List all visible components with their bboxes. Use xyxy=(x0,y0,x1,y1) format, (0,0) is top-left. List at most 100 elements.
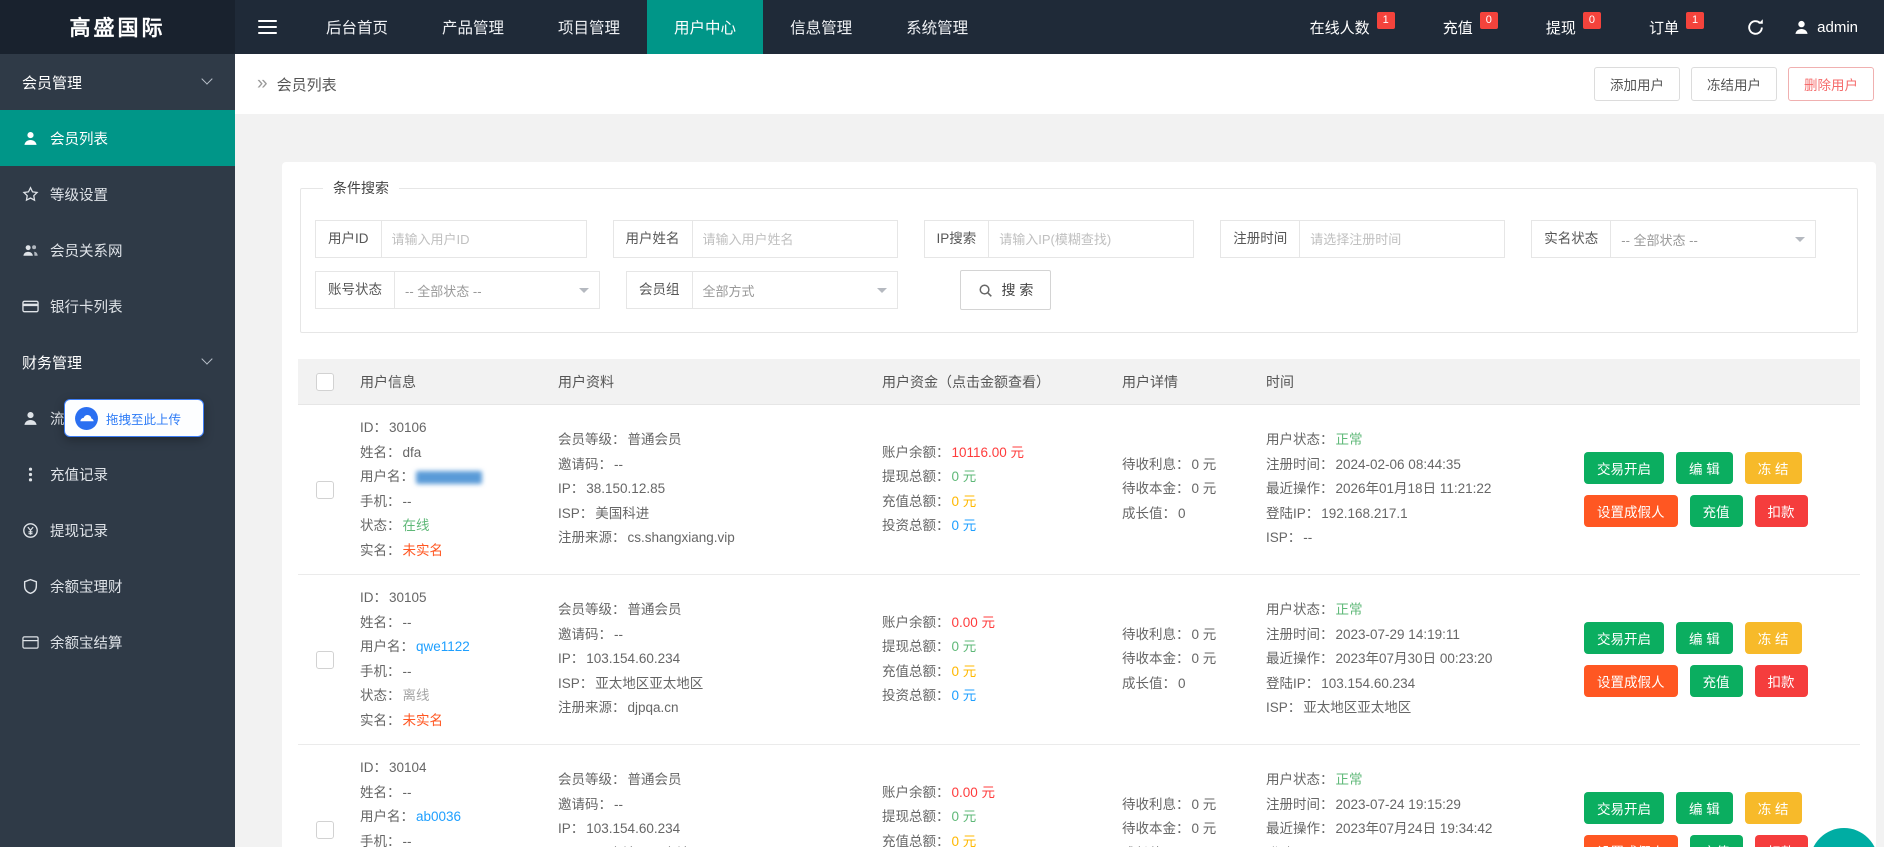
realname-status-select[interactable]: -- 全部状态 -- xyxy=(1610,220,1816,258)
username-redacted xyxy=(416,471,482,484)
deduct-button[interactable]: 扣款 xyxy=(1755,835,1808,847)
set-fake-button[interactable]: 设置成假人 xyxy=(1584,665,1678,697)
login-ip-value: 192.168.217.1 xyxy=(1321,506,1407,521)
freeze-user-button[interactable]: 冻结用户 xyxy=(1691,67,1777,101)
field-label: 待收本金： xyxy=(1122,481,1190,496)
deduct-button[interactable]: 扣款 xyxy=(1755,495,1808,527)
withdraw-total-value[interactable]: 0 元 xyxy=(952,809,977,824)
nav-item-system[interactable]: 系统管理 xyxy=(879,0,995,54)
realname-status-value: 未实名 xyxy=(403,713,444,728)
table-row: ID：30104 姓名：-- 用户名：ab0036 手机：-- 状态：离线 实名… xyxy=(298,745,1860,847)
col-header-user-funds: 用户资金（点击金额查看） xyxy=(882,372,1122,392)
recharge-button[interactable]: 充值 xyxy=(1690,495,1743,527)
delete-user-button[interactable]: 删除用户 xyxy=(1788,67,1874,101)
recharge-total-value[interactable]: 0 元 xyxy=(952,494,977,509)
ip-search-input[interactable] xyxy=(988,220,1194,258)
stat-label: 在线人数 xyxy=(1310,17,1370,38)
level-value: 普通会员 xyxy=(628,602,682,617)
freeze-button[interactable]: 冻 结 xyxy=(1745,452,1802,484)
sidebar-item-member-network[interactable]: 会员关系网 xyxy=(0,222,235,278)
time-cell: 用户状态：正常 注册时间：2024-02-06 08:44:35 最近操作：20… xyxy=(1266,428,1584,551)
sidebar-item-withdraw-records[interactable]: 提现记录 xyxy=(0,502,235,558)
set-fake-button[interactable]: 设置成假人 xyxy=(1584,495,1678,527)
trade-toggle-button[interactable]: 交易开启 xyxy=(1584,452,1664,484)
col-header-user-info: 用户信息 xyxy=(360,372,558,392)
username-link[interactable]: qwe1122 xyxy=(416,639,470,654)
edit-button[interactable]: 编 辑 xyxy=(1676,792,1733,824)
row-checkbox[interactable] xyxy=(316,651,334,669)
user-id-input[interactable] xyxy=(381,220,587,258)
freeze-button[interactable]: 冻 结 xyxy=(1745,622,1802,654)
field-label: 手机： xyxy=(360,494,401,509)
sidebar-item-recharge-records[interactable]: 充值记录 xyxy=(0,446,235,502)
stat-recharge[interactable]: 充值 0 xyxy=(1419,0,1522,54)
user-name-input[interactable] xyxy=(692,220,898,258)
recharge-button[interactable]: 充值 xyxy=(1690,665,1743,697)
field-label: 待收利息： xyxy=(1122,797,1190,812)
upload-dropzone-tooltip[interactable]: 拖拽至此上传 xyxy=(64,399,204,437)
sidebar-group-members[interactable]: 会员管理 xyxy=(0,54,235,110)
balance-value[interactable]: 0.00 元 xyxy=(952,785,996,800)
realname-status-field-group: 实名状态 -- 全部状态 -- xyxy=(1531,220,1816,258)
nav-item-products[interactable]: 产品管理 xyxy=(415,0,531,54)
deduct-button[interactable]: 扣款 xyxy=(1755,665,1808,697)
trade-toggle-button[interactable]: 交易开启 xyxy=(1584,792,1664,824)
stat-online-users[interactable]: 在线人数 1 xyxy=(1286,0,1419,54)
ip-search-label: IP搜索 xyxy=(924,220,990,258)
field-label: 实名： xyxy=(360,543,401,558)
nav-item-dashboard[interactable]: 后台首页 xyxy=(299,0,415,54)
edit-button[interactable]: 编 辑 xyxy=(1676,452,1733,484)
recharge-total-value[interactable]: 0 元 xyxy=(952,664,977,679)
stat-orders[interactable]: 订单 1 xyxy=(1625,0,1728,54)
stat-badge: 1 xyxy=(1377,12,1395,29)
name-value: -- xyxy=(403,615,412,630)
add-user-button[interactable]: 添加用户 xyxy=(1594,67,1680,101)
growth-value: 0 xyxy=(1178,506,1186,521)
refresh-button[interactable] xyxy=(1728,18,1783,37)
username-link[interactable]: ab0036 xyxy=(416,809,461,824)
isp-value: 美国科进 xyxy=(595,506,649,521)
stat-badge: 1 xyxy=(1686,12,1704,29)
interest-value: 0 元 xyxy=(1192,457,1217,472)
username: admin xyxy=(1817,19,1858,36)
phone-value: -- xyxy=(403,494,412,509)
sidebar-item-yuebao-finance[interactable]: 余额宝理财 xyxy=(0,558,235,614)
sidebar-group-finance[interactable]: 财务管理 xyxy=(0,334,235,390)
trade-toggle-button[interactable]: 交易开启 xyxy=(1584,622,1664,654)
account-status-select[interactable]: -- 全部状态 -- xyxy=(394,271,600,309)
sidebar-item-level-settings[interactable]: 等级设置 xyxy=(0,166,235,222)
recharge-total-value[interactable]: 0 元 xyxy=(952,834,977,847)
stat-withdraw[interactable]: 提现 0 xyxy=(1522,0,1625,54)
sidebar-item-yuebao-settlement[interactable]: 余额宝结算 xyxy=(0,614,235,670)
invest-total-value[interactable]: 0 元 xyxy=(952,518,977,533)
select-all-checkbox[interactable] xyxy=(316,373,334,391)
stat-label: 订单 xyxy=(1649,17,1679,38)
edit-button[interactable]: 编 辑 xyxy=(1676,622,1733,654)
sidebar-item-member-list[interactable]: 会员列表 xyxy=(0,110,235,166)
nav-item-info[interactable]: 信息管理 xyxy=(763,0,879,54)
invest-total-value[interactable]: 0 元 xyxy=(952,688,977,703)
withdraw-total-value[interactable]: 0 元 xyxy=(952,639,977,654)
field-label: 待收利息： xyxy=(1122,457,1190,472)
user-menu[interactable]: admin xyxy=(1783,19,1884,36)
time-cell: 用户状态：正常 注册时间：2023-07-24 19:15:29 最近操作：20… xyxy=(1266,768,1584,847)
balance-value[interactable]: 0.00 元 xyxy=(952,615,996,630)
menu-toggle-button[interactable] xyxy=(235,0,299,54)
freeze-button[interactable]: 冻 结 xyxy=(1745,792,1802,824)
member-group-select[interactable]: 全部方式 xyxy=(692,271,898,309)
ip-field-group: IP搜索 xyxy=(924,220,1195,258)
recharge-button[interactable]: 充值 xyxy=(1690,835,1743,847)
balance-value[interactable]: 10116.00 元 xyxy=(952,445,1025,460)
nav-item-projects[interactable]: 项目管理 xyxy=(531,0,647,54)
user-details-cell: 待收利息：0 元 待收本金：0 元 成长值：0 xyxy=(1122,793,1266,847)
row-checkbox[interactable] xyxy=(316,821,334,839)
withdraw-total-value[interactable]: 0 元 xyxy=(952,469,977,484)
sidebar-item-bank-cards[interactable]: 银行卡列表 xyxy=(0,278,235,334)
actions-cell: 交易开启 编 辑 冻 结 设置成假人 充值 扣款 xyxy=(1584,452,1860,527)
nav-item-user-center[interactable]: 用户中心 xyxy=(647,0,763,54)
group-label: 会员管理 xyxy=(22,72,82,93)
set-fake-button[interactable]: 设置成假人 xyxy=(1584,835,1678,847)
row-checkbox[interactable] xyxy=(316,481,334,499)
reg-time-input[interactable] xyxy=(1299,220,1505,258)
search-button[interactable]: 搜 索 xyxy=(960,270,1052,310)
